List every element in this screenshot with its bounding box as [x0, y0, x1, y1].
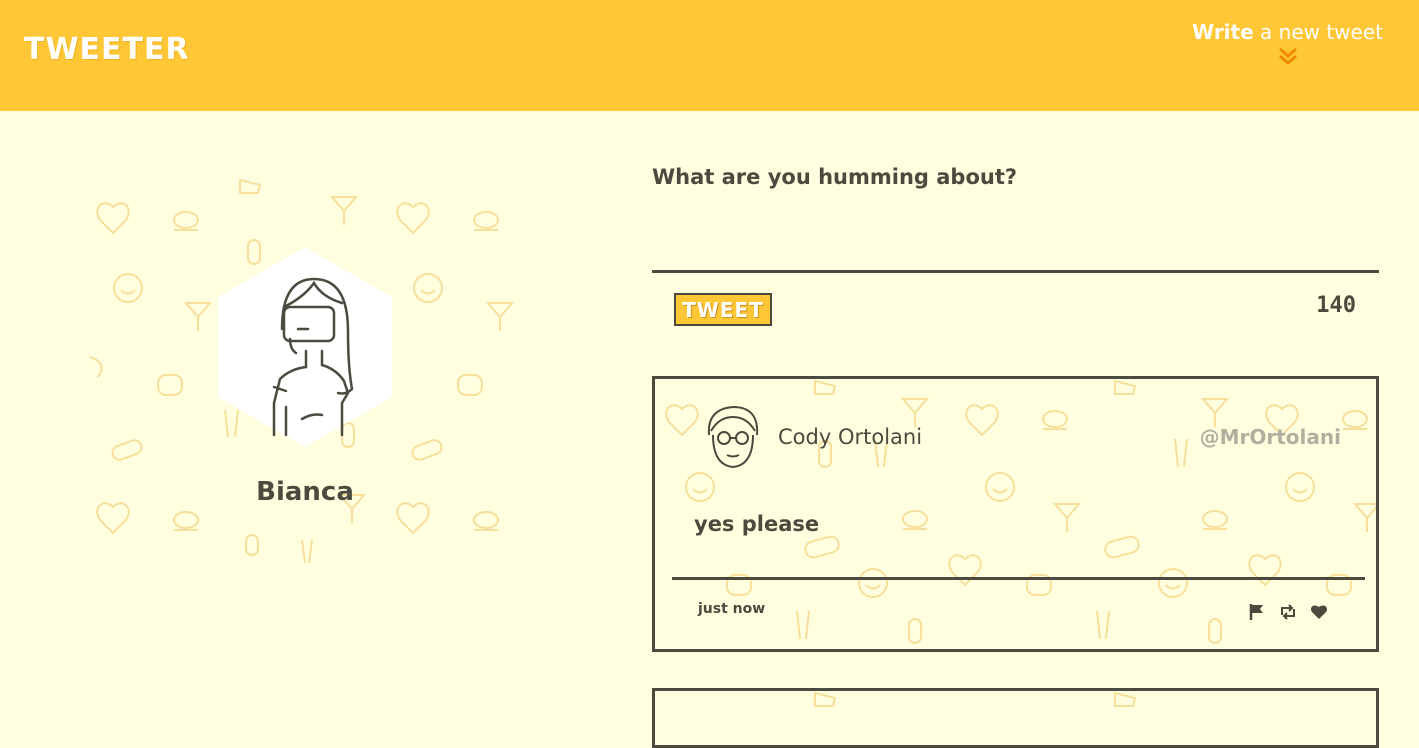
tweet-author-handle: @MrOrtolani: [1199, 425, 1341, 449]
compose-toggle-text: a new tweet: [1253, 20, 1383, 44]
profile-avatar[interactable]: [218, 247, 392, 447]
tweet-card: Cody Ortolani @MrOrtolani yes please jus…: [652, 376, 1379, 652]
tweet-doodle-pattern: [814, 691, 1137, 707]
tweet-submit-button[interactable]: TWEET: [674, 293, 772, 326]
tweet-author-name: Cody Ortolani: [778, 425, 923, 449]
compose-prompt: What are you humming about?: [652, 165, 1018, 189]
tweet-timestamp: just now: [698, 601, 766, 617]
app-logo[interactable]: TWEETER: [24, 32, 190, 67]
top-nav-bar: TWEETER Write a new tweet: [0, 0, 1419, 111]
compose-toggle-bold: Write: [1192, 20, 1254, 44]
double-chevron-down-icon: [1278, 47, 1297, 65]
tweet-divider: [672, 577, 1365, 580]
heart-icon[interactable]: [1310, 603, 1328, 621]
tweet-author-avatar[interactable]: [703, 405, 763, 471]
tweet-text-input[interactable]: [652, 200, 1379, 273]
profile-name: Bianca: [256, 477, 354, 507]
character-counter: 140: [1316, 293, 1356, 318]
tweet-card: [652, 688, 1379, 748]
tweet-text: yes please: [694, 512, 820, 536]
tweet-actions: [1248, 603, 1328, 621]
write-new-tweet-toggle[interactable]: Write a new tweet: [1192, 20, 1383, 66]
retweet-icon[interactable]: [1279, 603, 1297, 621]
flag-icon[interactable]: [1248, 603, 1266, 621]
